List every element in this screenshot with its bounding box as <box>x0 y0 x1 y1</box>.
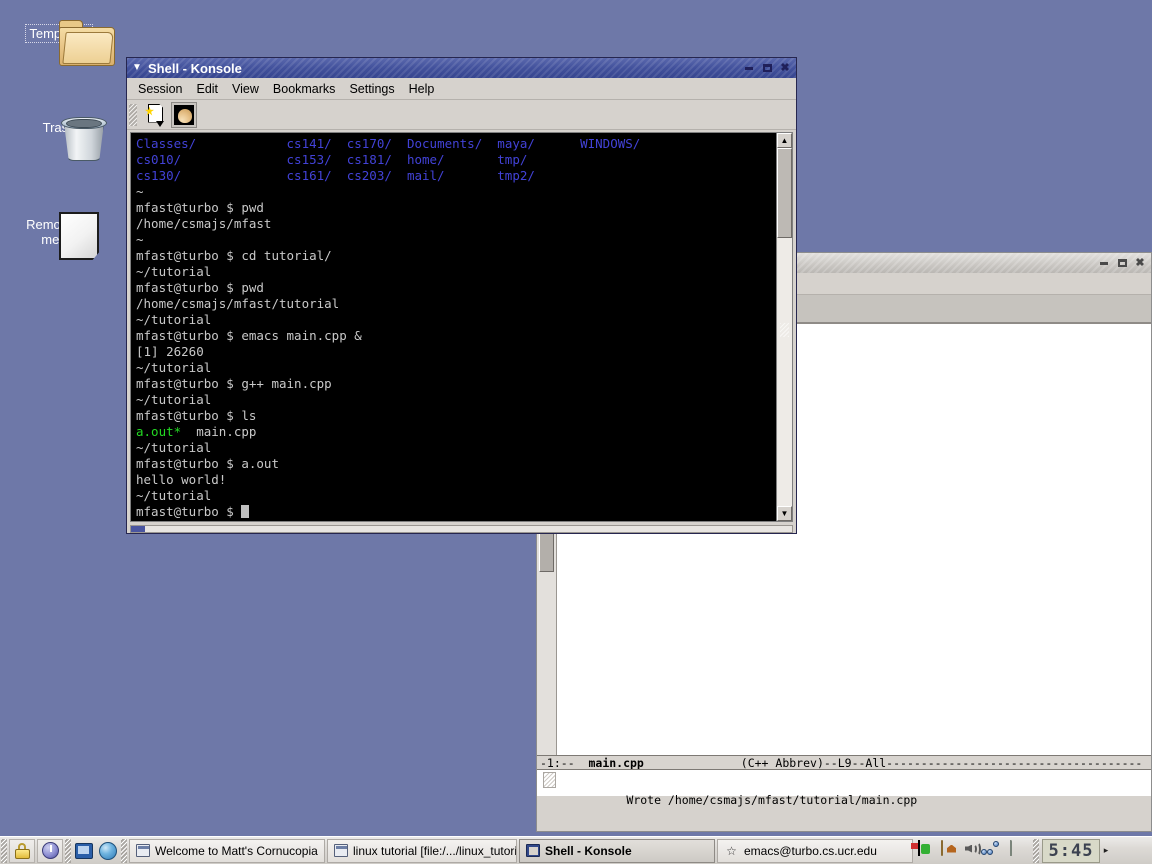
browser-window-icon <box>136 844 150 857</box>
konsole-menubar[interactable]: Session Edit View Bookmarks Settings Hel… <box>127 78 796 100</box>
toolbar-grip[interactable] <box>129 103 137 126</box>
konsole-maximize-button[interactable] <box>759 61 775 76</box>
task-button-konsole[interactable]: Shell - Konsole <box>519 838 715 863</box>
lock-screen-button[interactable] <box>9 838 35 863</box>
menu-edit[interactable]: Edit <box>189 80 225 98</box>
konsole-icon <box>526 844 540 857</box>
taskbar-grip-2[interactable] <box>65 838 71 863</box>
konsole-window-buttons[interactable]: ✖ <box>741 61 794 76</box>
network-icon[interactable] <box>981 840 1007 861</box>
task-button-linux-tutorial[interactable]: linux tutorial [file:/.../linux_tutorial… <box>327 838 517 863</box>
desktop-icon-trash[interactable]: Trash <box>4 115 114 161</box>
terminal-text[interactable]: Classes/ cs141/ cs170/ Documents/ maya/ … <box>131 133 776 521</box>
show-desktop-button[interactable] <box>72 839 96 863</box>
shell-session-button[interactable] <box>171 101 197 128</box>
show-desktop-icon <box>75 842 93 859</box>
scrollbar-track[interactable] <box>777 148 792 506</box>
horizontal-scrollbar-thumb[interactable] <box>131 526 145 532</box>
system-tray[interactable] <box>916 839 1032 861</box>
taskbar-grip[interactable] <box>1 838 7 863</box>
menu-settings[interactable]: Settings <box>342 80 401 98</box>
taskbar-grip-4[interactable] <box>1033 838 1039 863</box>
konsole-window[interactable]: ▼ Shell - Konsole ✖ Session Edit View Bo… <box>126 57 797 534</box>
scroll-up-arrow[interactable]: ▲ <box>777 133 792 148</box>
task-button-emacs[interactable]: ☆ emacs@turbo.cs.ucr.edu <box>717 838 913 863</box>
task-button-label: emacs@turbo.cs.ucr.edu <box>744 843 877 858</box>
menu-help[interactable]: Help <box>402 80 442 98</box>
konsole-horizontal-scrollbar[interactable] <box>130 525 793 533</box>
konsole-title: Shell - Konsole <box>148 60 242 76</box>
task-button-label: Welcome to Matt's Cornucopia <box>155 843 318 858</box>
gnu-icon: ☆ <box>726 843 737 858</box>
konsole-terminal[interactable]: Classes/ cs141/ cs170/ Documents/ maya/ … <box>130 132 793 522</box>
taskbar[interactable]: Welcome to Matt's Cornucopia linux tutor… <box>0 836 1152 864</box>
klipper-icon[interactable] <box>918 839 938 861</box>
emacs-echo-area: Wrote /home/csmajs/mfast/tutorial/main.c… <box>537 770 1151 807</box>
emacs-echo-text: Wrote /home/csmajs/mfast/tutorial/main.c… <box>626 793 918 807</box>
menu-view[interactable]: View <box>225 80 266 98</box>
emacs-minimize-button[interactable] <box>1096 256 1112 271</box>
logout-button[interactable] <box>37 838 63 863</box>
new-session-icon <box>145 103 165 127</box>
emacs-maximize-button[interactable] <box>1114 256 1130 271</box>
shell-session-icon <box>174 104 194 125</box>
desktop-icon-templates[interactable]: Templates <box>4 20 115 66</box>
emacs-modeline-prefix: -1:-- <box>540 756 589 770</box>
new-session-button[interactable] <box>142 102 168 128</box>
task-button-cornucopia[interactable]: Welcome to Matt's Cornucopia <box>129 838 325 863</box>
notes-icon[interactable] <box>1010 839 1030 861</box>
emacs-modeline: -1:-- main.cpp (C++ Abbrev)--L9--All----… <box>537 755 1151 770</box>
emacs-close-button[interactable]: ✖ <box>1132 256 1148 271</box>
scroll-down-arrow[interactable]: ▼ <box>777 506 792 521</box>
konsole-titlebar[interactable]: ▼ Shell - Konsole ✖ <box>127 58 796 78</box>
taskbar-overflow-arrow[interactable]: ▸ <box>1100 839 1112 863</box>
konsole-scrollbar[interactable]: ▲ ▼ <box>776 133 792 521</box>
taskbar-grip-3[interactable] <box>121 838 127 863</box>
desktop[interactable]: Templates Trash Removable media ✖ elp <box>0 0 1152 836</box>
web-browser-icon <box>99 841 117 860</box>
emacs-modeline-suffix: (C++ Abbrev)--L9--All-------------------… <box>643 756 1143 770</box>
lock-screen-icon <box>14 842 30 859</box>
clock[interactable]: 5:45 <box>1042 838 1100 863</box>
konsole-close-button[interactable]: ✖ <box>777 61 793 76</box>
chevron-down-icon[interactable]: ▼ <box>129 60 145 76</box>
task-button-label: linux tutorial [file:/.../linux_tutorial… <box>353 843 517 858</box>
logout-icon <box>41 842 59 859</box>
menu-bookmarks[interactable]: Bookmarks <box>266 80 343 98</box>
emacs-window-buttons[interactable]: ✖ <box>1096 256 1149 271</box>
scrollbar-thumb[interactable] <box>777 148 792 238</box>
web-browser-button[interactable] <box>96 839 120 863</box>
home-folder-icon[interactable] <box>941 839 961 861</box>
desktop-icon-removable-media[interactable]: Removable media <box>4 212 114 260</box>
konsole-minimize-button[interactable] <box>741 61 757 76</box>
emacs-modeline-filename: main.cpp <box>588 756 644 770</box>
emacs-fringe-icon <box>543 772 556 788</box>
task-button-label: Shell - Konsole <box>545 843 632 858</box>
menu-session[interactable]: Session <box>131 80 189 98</box>
konsole-toolbar[interactable] <box>127 100 796 130</box>
browser-window-icon <box>334 844 348 857</box>
scrollbar-grip[interactable] <box>780 323 789 337</box>
